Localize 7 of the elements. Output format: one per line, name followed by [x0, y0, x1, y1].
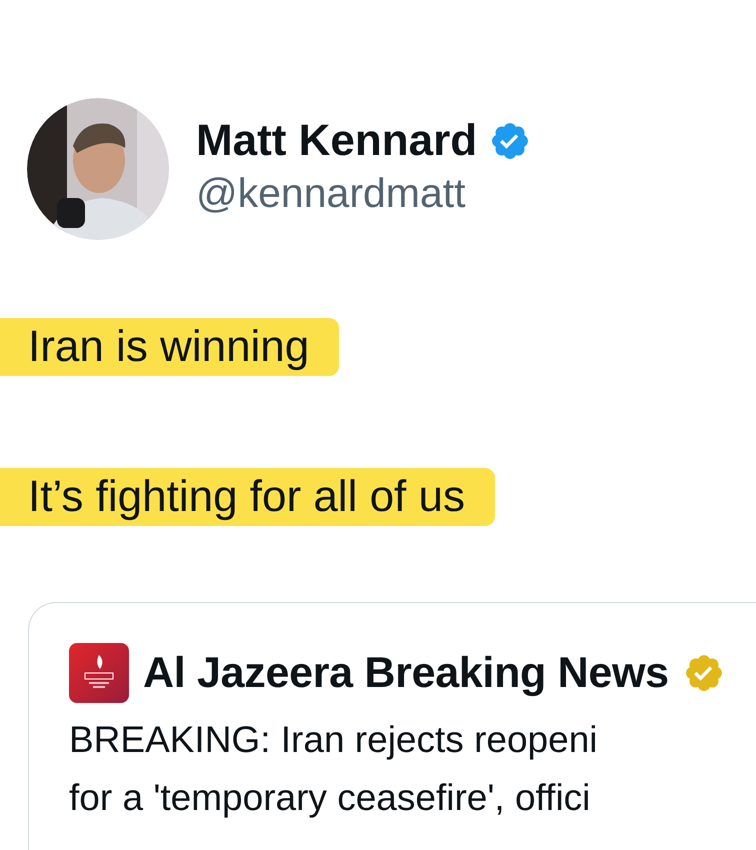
author-name[interactable]: Matt Kennard	[196, 114, 478, 168]
quoted-post-text-line: for a 'temporary ceasefire', offici	[69, 776, 590, 820]
quoted-author-name[interactable]: Al Jazeera Breaking News	[143, 647, 669, 699]
quoted-post-card[interactable]: Al Jazeera Breaking News BREAKING: Iran rejects reopeni for a 'temporary ceasefire', offici	[28, 602, 756, 850]
quoted-post-text-line: BREAKING: Iran rejects reopeni	[69, 718, 598, 762]
author-handle[interactable]: @kennardmatt	[196, 168, 532, 218]
logo-icon	[69, 643, 129, 703]
